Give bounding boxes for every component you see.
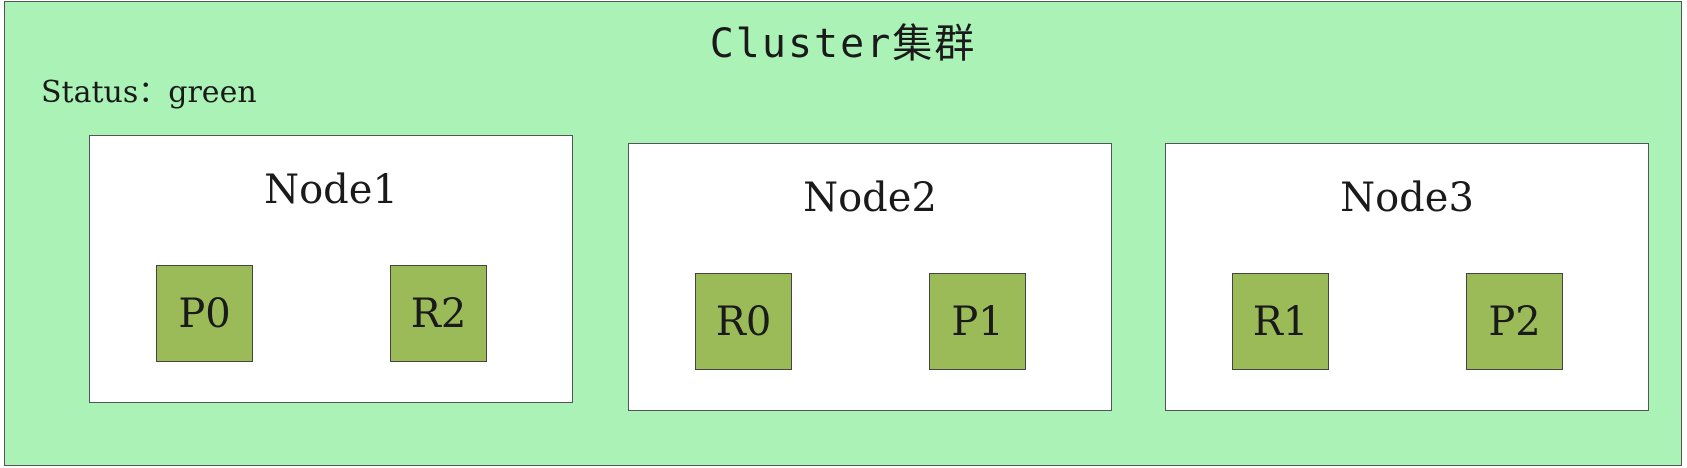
shard-box: R2: [390, 265, 487, 362]
node-2: Node2 R0 P1: [628, 143, 1112, 411]
cluster-title: Cluster集群: [709, 21, 977, 67]
shard-box: R1: [1232, 273, 1329, 370]
node-label: Node2: [803, 175, 937, 221]
node-1: Node1 P0 R2: [89, 135, 573, 403]
shard-box: R0: [695, 273, 792, 370]
node-3: Node3 R1 P2: [1165, 143, 1649, 411]
shard-box: P2: [1466, 273, 1563, 370]
shard-box: P1: [929, 273, 1026, 370]
cluster-status: Status：green: [41, 75, 257, 110]
shard-box: P0: [156, 265, 253, 362]
node-label: Node3: [1340, 175, 1474, 221]
node-label: Node1: [264, 167, 398, 213]
cluster-container: Cluster集群 Status：green Node1 P0 R2 Node2…: [4, 1, 1682, 466]
